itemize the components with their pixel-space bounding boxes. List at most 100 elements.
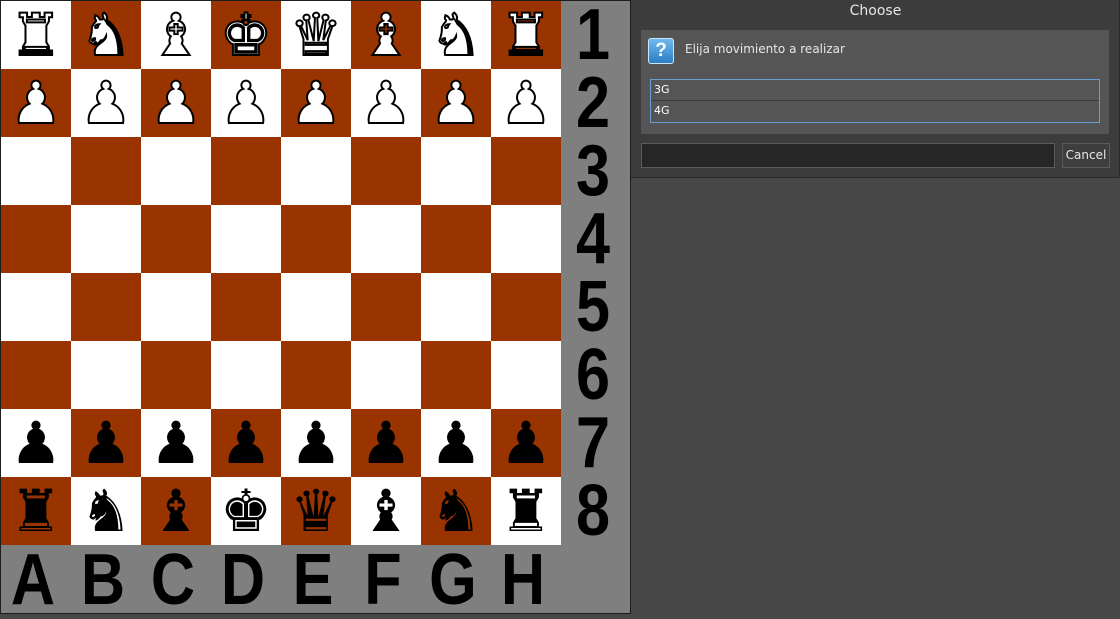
- square-e2[interactable]: ♟: [281, 69, 351, 137]
- chess-board[interactable]: ♜ ♞ ♝ ♚ ♛ ♝ ♞ ♜ ♟ ♟ ♟ ♟ ♟ ♟ ♟ ♟ ♟ ♟ ♟ ♟ ♟ ♟ ♟ ♟ ♜ ♞ ♝ ♚ ♛ ♝ ♞ ♜: [1, 1, 561, 546]
- move-options-list[interactable]: 3G 4G: [650, 79, 1100, 123]
- square-h4[interactable]: [491, 205, 561, 273]
- black-king-icon[interactable]: ♚: [211, 477, 281, 545]
- white-pawn-icon[interactable]: ♟: [491, 69, 561, 137]
- square-f2[interactable]: ♟: [351, 69, 421, 137]
- square-e8[interactable]: ♛: [281, 477, 351, 545]
- black-knight-icon[interactable]: ♞: [71, 477, 141, 545]
- square-d5[interactable]: [211, 273, 281, 341]
- square-a7[interactable]: ♟: [1, 409, 71, 477]
- white-knight-icon[interactable]: ♞: [421, 1, 491, 69]
- square-a6[interactable]: [1, 341, 71, 409]
- white-rook-icon[interactable]: ♜: [491, 1, 561, 69]
- square-a3[interactable]: [1, 137, 71, 205]
- black-pawn-icon[interactable]: ♟: [281, 409, 351, 477]
- square-b7[interactable]: ♟: [71, 409, 141, 477]
- square-g6[interactable]: [421, 341, 491, 409]
- black-pawn-icon[interactable]: ♟: [491, 409, 561, 477]
- black-pawn-icon[interactable]: ♟: [141, 409, 211, 477]
- square-d4[interactable]: [211, 205, 281, 273]
- square-d7[interactable]: ♟: [211, 409, 281, 477]
- square-a1[interactable]: ♜: [1, 1, 71, 69]
- black-queen-icon[interactable]: ♛: [281, 477, 351, 545]
- square-g8[interactable]: ♞: [421, 477, 491, 545]
- square-g3[interactable]: [421, 137, 491, 205]
- square-f3[interactable]: [351, 137, 421, 205]
- square-c1[interactable]: ♝: [141, 1, 211, 69]
- white-pawn-icon[interactable]: ♟: [1, 69, 71, 137]
- black-bishop-icon[interactable]: ♝: [141, 477, 211, 545]
- white-pawn-icon[interactable]: ♟: [211, 69, 281, 137]
- square-e5[interactable]: [281, 273, 351, 341]
- move-entry-field[interactable]: [641, 143, 1055, 168]
- white-bishop-icon[interactable]: ♝: [351, 1, 421, 69]
- square-f5[interactable]: [351, 273, 421, 341]
- square-h2[interactable]: ♟: [491, 69, 561, 137]
- square-h7[interactable]: ♟: [491, 409, 561, 477]
- square-f4[interactable]: [351, 205, 421, 273]
- black-rook-icon[interactable]: ♜: [491, 477, 561, 545]
- white-pawn-icon[interactable]: ♟: [281, 69, 351, 137]
- black-pawn-icon[interactable]: ♟: [421, 409, 491, 477]
- square-b6[interactable]: [71, 341, 141, 409]
- square-d6[interactable]: [211, 341, 281, 409]
- square-b8[interactable]: ♞: [71, 477, 141, 545]
- square-g7[interactable]: ♟: [421, 409, 491, 477]
- square-e1[interactable]: ♛: [281, 1, 351, 69]
- white-pawn-icon[interactable]: ♟: [71, 69, 141, 137]
- square-c7[interactable]: ♟: [141, 409, 211, 477]
- square-f6[interactable]: [351, 341, 421, 409]
- white-queen-icon[interactable]: ♛: [281, 1, 351, 69]
- black-rook-icon[interactable]: ♜: [1, 477, 71, 545]
- square-e6[interactable]: [281, 341, 351, 409]
- square-g2[interactable]: ♟: [421, 69, 491, 137]
- square-b4[interactable]: [71, 205, 141, 273]
- white-pawn-icon[interactable]: ♟: [421, 69, 491, 137]
- black-pawn-icon[interactable]: ♟: [71, 409, 141, 477]
- square-f7[interactable]: ♟: [351, 409, 421, 477]
- move-option[interactable]: 4G: [651, 101, 1099, 122]
- black-bishop-icon[interactable]: ♝: [351, 477, 421, 545]
- square-h6[interactable]: [491, 341, 561, 409]
- black-knight-icon[interactable]: ♞: [421, 477, 491, 545]
- square-a2[interactable]: ♟: [1, 69, 71, 137]
- square-d2[interactable]: ♟: [211, 69, 281, 137]
- square-b5[interactable]: [71, 273, 141, 341]
- white-pawn-icon[interactable]: ♟: [141, 69, 211, 137]
- square-b2[interactable]: ♟: [71, 69, 141, 137]
- white-bishop-icon[interactable]: ♝: [141, 1, 211, 69]
- square-a4[interactable]: [1, 205, 71, 273]
- white-rook-icon[interactable]: ♜: [1, 1, 71, 69]
- square-a8[interactable]: ♜: [1, 477, 71, 545]
- square-b3[interactable]: [71, 137, 141, 205]
- square-d8[interactable]: ♚: [211, 477, 281, 545]
- black-pawn-icon[interactable]: ♟: [1, 409, 71, 477]
- square-g1[interactable]: ♞: [421, 1, 491, 69]
- square-f8[interactable]: ♝: [351, 477, 421, 545]
- square-c6[interactable]: [141, 341, 211, 409]
- square-d3[interactable]: [211, 137, 281, 205]
- square-g4[interactable]: [421, 205, 491, 273]
- square-e7[interactable]: ♟: [281, 409, 351, 477]
- square-e3[interactable]: [281, 137, 351, 205]
- white-king-icon[interactable]: ♚: [211, 1, 281, 69]
- square-a5[interactable]: [1, 273, 71, 341]
- black-pawn-icon[interactable]: ♟: [351, 409, 421, 477]
- square-h8[interactable]: ♜: [491, 477, 561, 545]
- square-c5[interactable]: [141, 273, 211, 341]
- square-c2[interactable]: ♟: [141, 69, 211, 137]
- black-pawn-icon[interactable]: ♟: [211, 409, 281, 477]
- square-d1[interactable]: ♚: [211, 1, 281, 69]
- square-h3[interactable]: [491, 137, 561, 205]
- move-option[interactable]: 3G: [651, 80, 1099, 101]
- cancel-button[interactable]: Cancel: [1062, 143, 1110, 168]
- square-c3[interactable]: [141, 137, 211, 205]
- square-c4[interactable]: [141, 205, 211, 273]
- square-e4[interactable]: [281, 205, 351, 273]
- white-knight-icon[interactable]: ♞: [71, 1, 141, 69]
- square-c8[interactable]: ♝: [141, 477, 211, 545]
- square-f1[interactable]: ♝: [351, 1, 421, 69]
- white-pawn-icon[interactable]: ♟: [351, 69, 421, 137]
- square-b1[interactable]: ♞: [71, 1, 141, 69]
- square-h1[interactable]: ♜: [491, 1, 561, 69]
